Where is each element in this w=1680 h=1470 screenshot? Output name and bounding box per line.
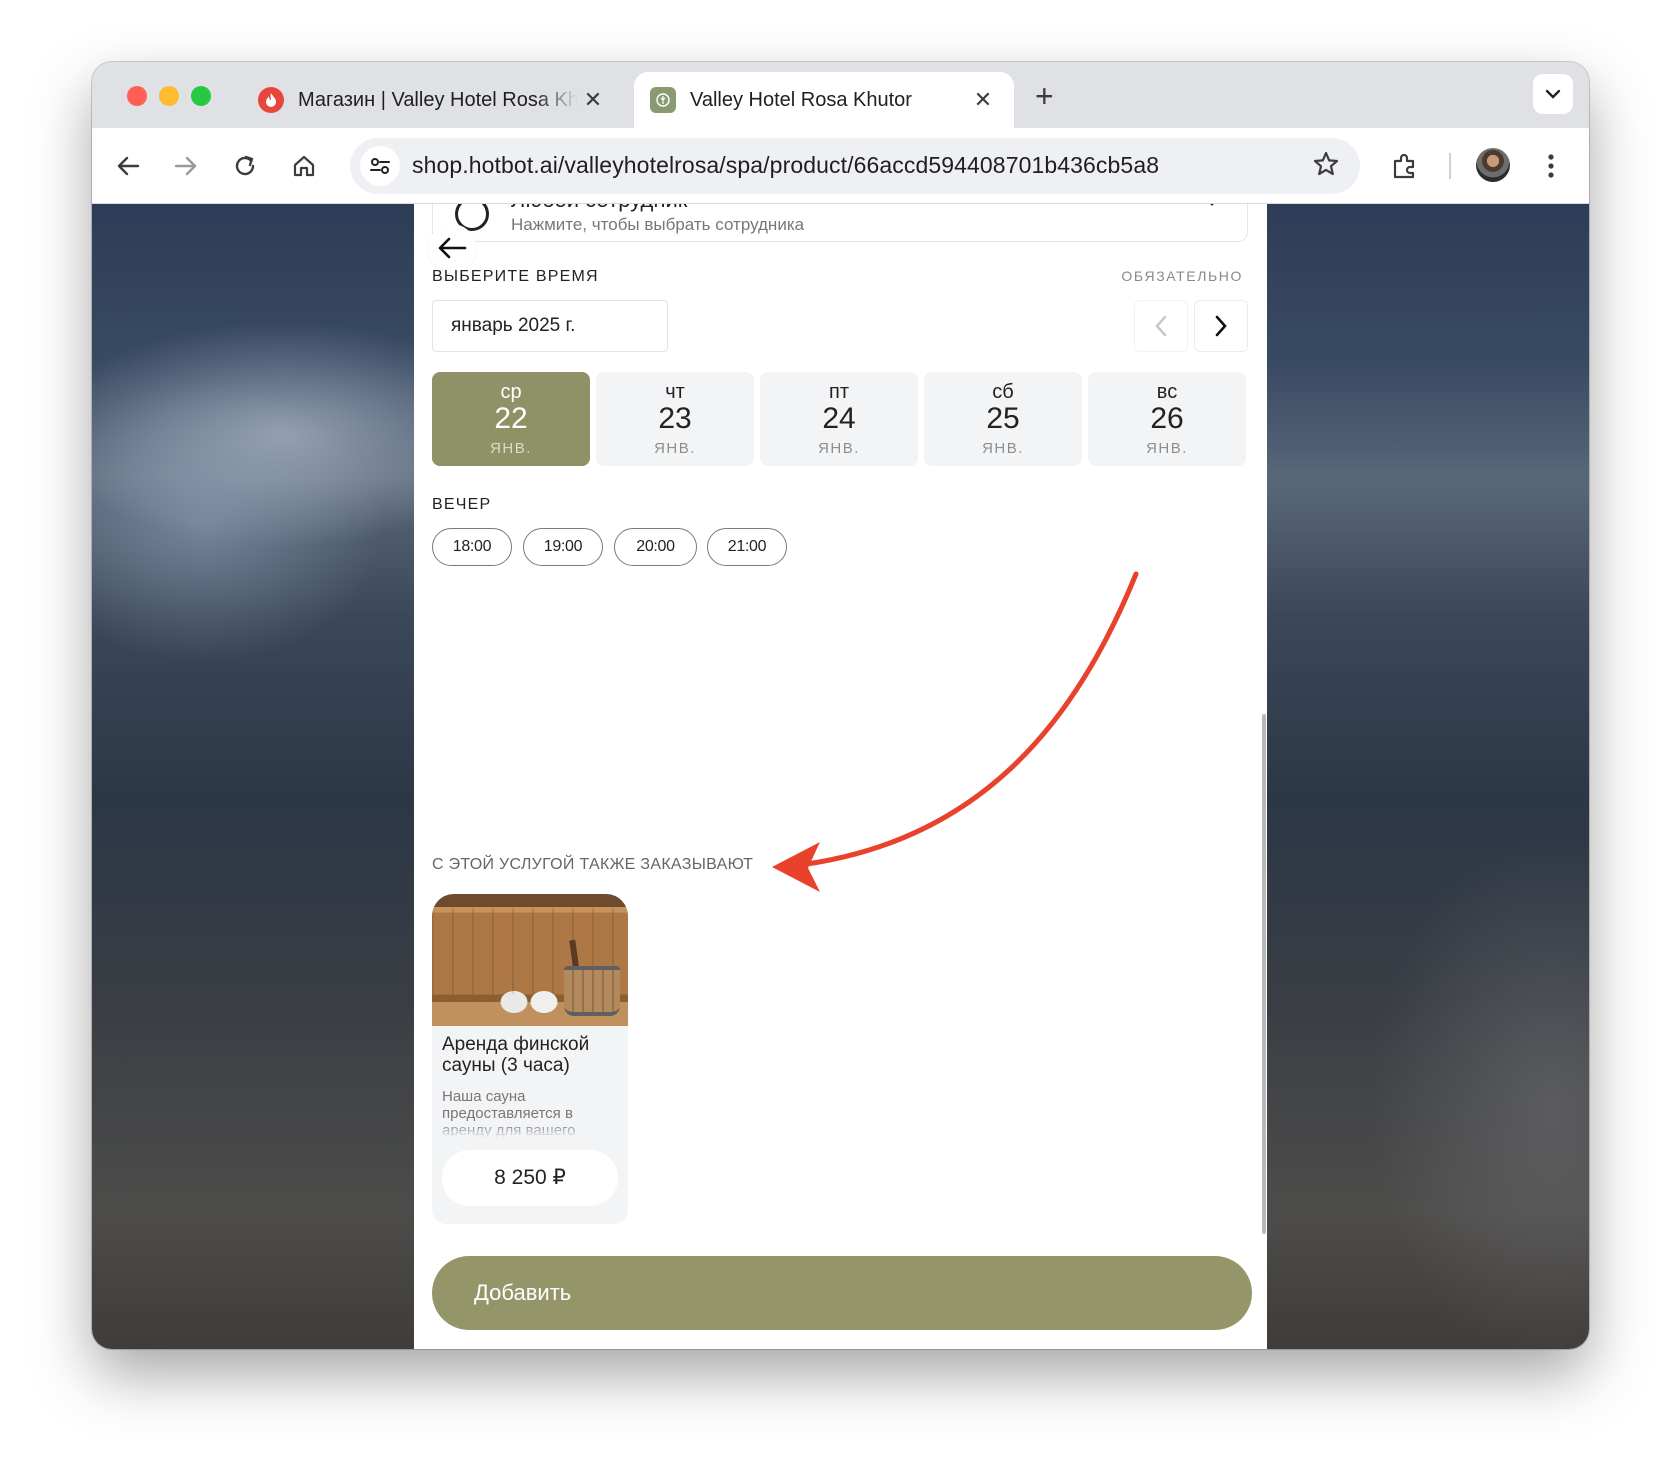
tab-shop[interactable]: Магазин | Valley Hotel Rosa Khutor ✕ [242, 72, 624, 128]
chevron-down-icon [1545, 89, 1561, 99]
card-title: Аренда финской сауны (3 часа) [442, 1034, 590, 1076]
profile-avatar[interactable] [1476, 148, 1510, 182]
time-slot-button[interactable]: 21:00 [707, 528, 787, 566]
minimize-window-button[interactable] [159, 86, 179, 106]
evening-label: ВЕЧЕР [432, 496, 492, 513]
day-weekday: вс [1156, 381, 1178, 403]
scrollbar[interactable] [1262, 714, 1266, 1234]
day-month: ЯНВ. [1146, 440, 1188, 457]
day-number: 25 [986, 402, 1020, 435]
day-option[interactable]: чт 23 ЯНВ. [596, 372, 754, 466]
staff-hint: Нажмите, чтобы выбрать сотрудника [511, 215, 805, 234]
back-button[interactable] [428, 224, 476, 272]
site-settings-icon[interactable] [360, 146, 400, 186]
card-description: Наша сауна предоставляется в аренду для … [442, 1088, 576, 1138]
day-weekday: ср [500, 381, 522, 403]
product-panel: Любой сотрудник Нажмите, чтобы выбрать с… [414, 204, 1267, 1349]
forward-icon[interactable] [170, 150, 202, 182]
day-month: ЯНВ. [982, 440, 1024, 457]
day-month: ЯНВ. [490, 440, 532, 457]
related-label: С ЭТОЙ УСЛУГОЙ ТАКЖЕ ЗАКАЗЫВАЮТ [432, 856, 754, 873]
bucket-shape [564, 966, 620, 1016]
browser-toolbar: shop.hotbot.ai/valleyhotelrosa/spa/produ… [92, 128, 1589, 204]
toolbar-divider [1449, 153, 1451, 179]
url-text[interactable]: shop.hotbot.ai/valleyhotelrosa/spa/produ… [412, 152, 1159, 179]
tab-active[interactable]: Valley Hotel Rosa Khutor ✕ [634, 72, 1014, 128]
chevron-down-icon [1201, 204, 1223, 212]
chevron-left-icon [1155, 315, 1167, 337]
related-product-card[interactable]: Аренда финской сауны (3 часа) Наша сауна… [432, 894, 628, 1224]
day-weekday: чт [665, 381, 685, 403]
back-icon[interactable] [112, 150, 144, 182]
tab-title: Valley Hotel Rosa Khutor [690, 88, 912, 111]
day-weekday: сб [992, 381, 1014, 403]
close-window-button[interactable] [127, 86, 147, 106]
time-slot-button[interactable]: 19:00 [523, 528, 603, 566]
tab-strip: Магазин | Valley Hotel Rosa Khutor ✕ Val… [92, 62, 1589, 128]
next-days-button[interactable] [1194, 300, 1248, 352]
add-button[interactable]: Добавить [432, 1256, 1252, 1330]
home-icon[interactable] [288, 150, 320, 182]
maximize-window-button[interactable] [191, 86, 211, 106]
tab-title: Магазин | Valley Hotel Rosa Khutor [298, 88, 578, 111]
new-tab-button[interactable]: + [1035, 80, 1054, 112]
flame-icon [258, 87, 284, 113]
day-weekday: пт [829, 381, 849, 403]
close-icon[interactable]: ✕ [968, 87, 998, 113]
time-section-label: ВЫБЕРИТЕ ВРЕМЯ [432, 268, 599, 285]
hotel-logo-icon [650, 87, 676, 113]
day-option[interactable]: ср 22 ЯНВ. [432, 372, 590, 466]
tab-search-button[interactable] [1533, 74, 1573, 114]
address-bar[interactable]: shop.hotbot.ai/valleyhotelrosa/spa/produ… [350, 138, 1360, 194]
close-icon[interactable]: ✕ [578, 87, 608, 113]
bookmark-star-icon[interactable] [1312, 150, 1340, 183]
page-viewport: Любой сотрудник Нажмите, чтобы выбрать с… [92, 204, 1589, 1349]
day-number: 26 [1150, 402, 1184, 435]
required-label: ОБЯЗАТЕЛЬНО [1121, 268, 1243, 284]
time-slot-button[interactable]: 18:00 [432, 528, 512, 566]
day-number: 24 [822, 402, 856, 435]
day-month: ЯНВ. [654, 440, 696, 457]
staff-name: Любой сотрудник [511, 204, 687, 213]
staff-selector[interactable]: Любой сотрудник Нажмите, чтобы выбрать с… [432, 204, 1248, 242]
reload-icon[interactable] [229, 150, 261, 182]
day-option[interactable]: пт 24 ЯНВ. [760, 372, 918, 466]
arrow-left-icon [438, 237, 467, 259]
day-option[interactable]: вс 26 ЯНВ. [1088, 372, 1246, 466]
extensions-icon[interactable] [1389, 150, 1421, 182]
month-selector[interactable]: январь 2025 г. [432, 300, 668, 352]
day-month: ЯНВ. [818, 440, 860, 457]
prev-days-button[interactable] [1134, 300, 1188, 352]
browser-window: Магазин | Valley Hotel Rosa Khutor ✕ Val… [92, 62, 1589, 1349]
card-price-button[interactable]: 8 250 ₽ [442, 1150, 618, 1206]
sauna-image [432, 894, 628, 1026]
day-number: 23 [658, 402, 692, 435]
day-option[interactable]: сб 25 ЯНВ. [924, 372, 1082, 466]
day-number: 22 [494, 402, 528, 435]
chevron-right-icon [1215, 315, 1227, 337]
more-menu-icon[interactable] [1535, 150, 1567, 182]
time-slot-button[interactable]: 20:00 [614, 528, 697, 566]
